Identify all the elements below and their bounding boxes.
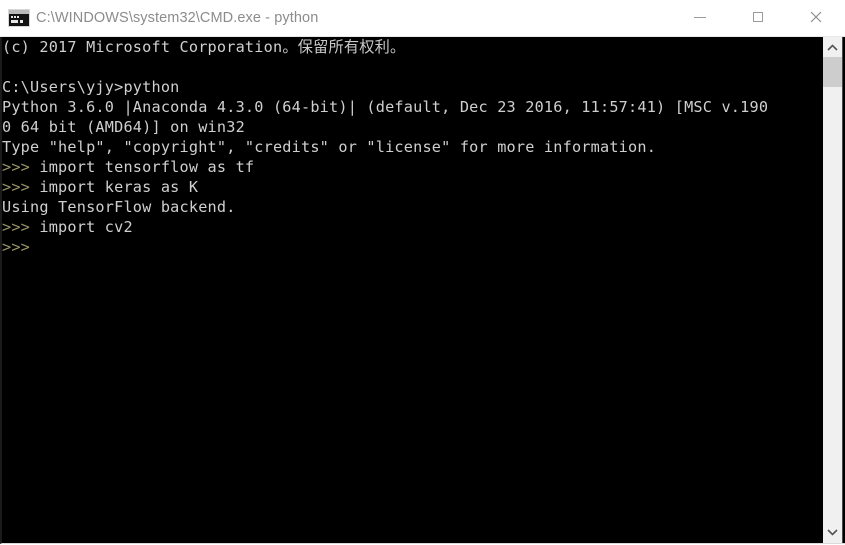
console-line-python-banner-3: Type "help", "copyright", "credits" or "… [2,137,832,157]
console-segment-out: Using TensorFlow backend. [2,198,236,216]
cmd-window: C:\WINDOWS\system32\CMD.exe - python (c)… [0,0,845,545]
console-scrollbar[interactable] [823,37,843,543]
console-line-import-tensorflow: >>> import tensorflow as tf [2,157,832,177]
console-segment-prompt: >>> [2,158,40,176]
console-segment-out: 0 64 bit (AMD64)] on win32 [2,118,245,136]
console-window-icon [8,9,30,27]
console-line-active-prompt: >>> [2,237,832,257]
chevron-up-icon [827,44,838,51]
console-line-backend-notice: Using TensorFlow backend. [2,197,832,217]
console-line-import-keras: >>> import keras as K [2,177,832,197]
window-controls [671,0,845,34]
scrollbar-down-button[interactable] [823,523,842,541]
close-button[interactable] [787,0,845,34]
console-line-cmd-python: C:\Users\yjy>python [2,77,832,97]
console-segment-out: (c) 2017 Microsoft Corporation [2,38,283,56]
console-segment-prompt: >>> [2,238,31,256]
maximize-button[interactable] [729,0,787,34]
scrollbar-thumb[interactable] [823,57,842,87]
chevron-down-icon [827,529,838,536]
window-titlebar[interactable]: C:\WINDOWS\system32\CMD.exe - python [0,0,845,37]
maximize-icon [753,12,763,22]
console-line-python-banner-1: Python 3.6.0 |Anaconda 4.3.0 (64-bit)| (… [2,97,832,117]
minimize-icon [694,17,706,18]
console-segment-out: C:\Users\yjy>python [2,78,180,96]
console-segment-out: import keras as K [39,178,199,196]
console-line-copyright: (c) 2017 Microsoft Corporation。保留所有权利。 [2,37,832,57]
console-line-python-banner-2: 0 64 bit (AMD64)] on win32 [2,117,832,137]
console-text-buffer: (c) 2017 Microsoft Corporation。保留所有权利。 C:… [2,37,832,257]
window-title: C:\WINDOWS\system32\CMD.exe - python [36,10,319,26]
console-line-blank-1 [2,57,832,77]
console-segment-out: import cv2 [39,218,133,236]
console-segment-prompt: >>> [2,218,40,236]
scrollbar-up-button[interactable] [823,39,842,57]
close-icon [810,11,822,23]
console-line-import-cv2: >>> import cv2 [2,217,832,237]
minimize-button[interactable] [671,0,729,34]
console-segment-out: import tensorflow as tf [39,158,255,176]
console-segment-cjk: 。保留所有权利。 [282,38,406,56]
console-segment-out: Type "help", "copyright", "credits" or "… [2,138,657,156]
console-output-area[interactable]: (c) 2017 Microsoft Corporation。保留所有权利。 C:… [0,37,845,544]
console-segment-prompt: >>> [2,178,40,196]
console-segment-out: Python 3.6.0 |Anaconda 4.3.0 (64-bit)| (… [2,98,769,116]
